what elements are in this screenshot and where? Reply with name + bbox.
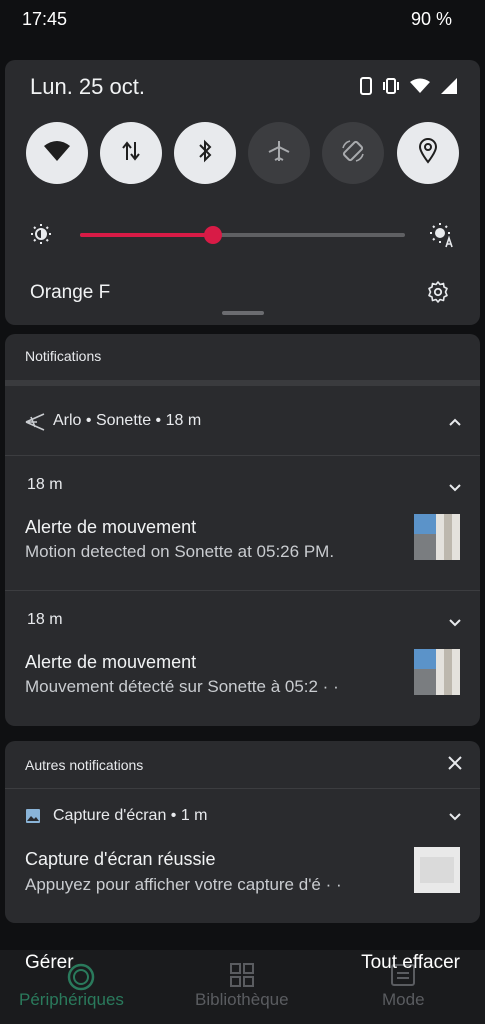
brightness-slider[interactable] [80, 226, 405, 244]
clear-all-button[interactable]: Tout effacer [361, 952, 460, 974]
other-notifications-card: Autres notifications Capture d'écran • 1… [5, 741, 480, 923]
tile-location[interactable] [397, 122, 459, 184]
date-label: Lun. 25 oct. [30, 74, 145, 99]
nav-library[interactable]: Bibliothèque [195, 990, 289, 1010]
notification-title: Alerte de mouvement [25, 517, 197, 537]
quick-tiles [26, 122, 459, 184]
auto-rotate-icon [340, 138, 366, 169]
status-time: 17:45 [22, 9, 68, 29]
phone-icon [360, 77, 372, 95]
tile-wifi[interactable] [26, 122, 88, 184]
mobile-data-icon [120, 140, 142, 167]
notification-time: 18 m [27, 611, 63, 628]
arlo-app-row[interactable]: Arlo • Sonette • 18 m [5, 404, 480, 440]
status-icons [360, 77, 458, 95]
row-divider [5, 590, 480, 591]
screenshot-app-row[interactable]: Capture d'écran • 1 m [5, 799, 480, 835]
screenshot-thumbnail [414, 847, 460, 893]
tile-mobile-data[interactable] [100, 122, 162, 184]
nav-devices[interactable]: Périphériques [19, 990, 124, 1010]
notifications-card: Notifications Arlo • Sonette • 18 m 18 m… [5, 334, 480, 726]
arlo-app-icon [25, 413, 45, 436]
manage-button[interactable]: Gérer [25, 952, 74, 974]
chevron-up-icon[interactable] [448, 414, 462, 432]
vibrate-icon [382, 77, 400, 95]
notification-body: Appuyez pour afficher votre capture d'é … [25, 875, 342, 894]
brightness-slider-fill [80, 233, 214, 237]
close-icon[interactable] [448, 756, 462, 775]
row-divider [5, 455, 480, 456]
quick-settings-panel: Lun. 25 oct. Orange F [5, 60, 480, 325]
brightness-low-icon [30, 223, 52, 250]
airplane-mode-icon [267, 139, 291, 168]
drag-handle[interactable] [222, 311, 264, 315]
chevron-down-icon[interactable] [448, 480, 462, 498]
section-divider [5, 380, 480, 386]
tile-bluetooth[interactable] [174, 122, 236, 184]
signal-icon [440, 77, 458, 95]
wifi-icon [43, 140, 71, 167]
status-bar: 17:45 90 % [0, 0, 485, 40]
wifi-status-icon [410, 78, 430, 94]
tile-auto-rotate[interactable] [322, 122, 384, 184]
arlo-app-name: Arlo • Sonette • 18 m [53, 412, 202, 429]
notification-title: Capture d'écran réussie [25, 849, 216, 869]
camera-thumbnail [414, 514, 460, 560]
library-grid-icon [229, 962, 255, 993]
nav-mode[interactable]: Mode [382, 990, 425, 1010]
location-icon [418, 137, 438, 169]
notification-time: 18 m [27, 476, 63, 493]
row-divider [5, 788, 480, 789]
brightness-row [5, 215, 480, 255]
notification-title: Alerte de mouvement [25, 652, 197, 672]
notifications-header: Notifications [25, 348, 102, 364]
other-notifications-header: Autres notifications [25, 757, 144, 773]
notification-body: Motion detected on Sonette at 05:26 PM. [25, 542, 335, 561]
tile-airplane-mode[interactable] [248, 122, 310, 184]
chevron-down-icon[interactable] [448, 615, 462, 633]
brightness-slider-thumb[interactable] [204, 226, 223, 244]
image-icon [25, 808, 41, 829]
bluetooth-icon [197, 139, 213, 168]
chevron-down-icon[interactable] [448, 809, 462, 827]
settings-gear-icon[interactable] [426, 280, 450, 309]
battery-percent: 90 % [410, 9, 452, 29]
auto-brightness-icon[interactable] [429, 222, 455, 253]
camera-thumbnail [414, 649, 460, 695]
notification-body: Mouvement détecté sur Sonette à 05:2 · · [25, 677, 339, 696]
carrier-label: Orange F [30, 282, 111, 303]
notification-shade: 17:45 90 % Lun. 25 oct. Orange F Notific… [0, 0, 485, 1024]
screenshot-app-name: Capture d'écran • 1 m [53, 807, 208, 824]
